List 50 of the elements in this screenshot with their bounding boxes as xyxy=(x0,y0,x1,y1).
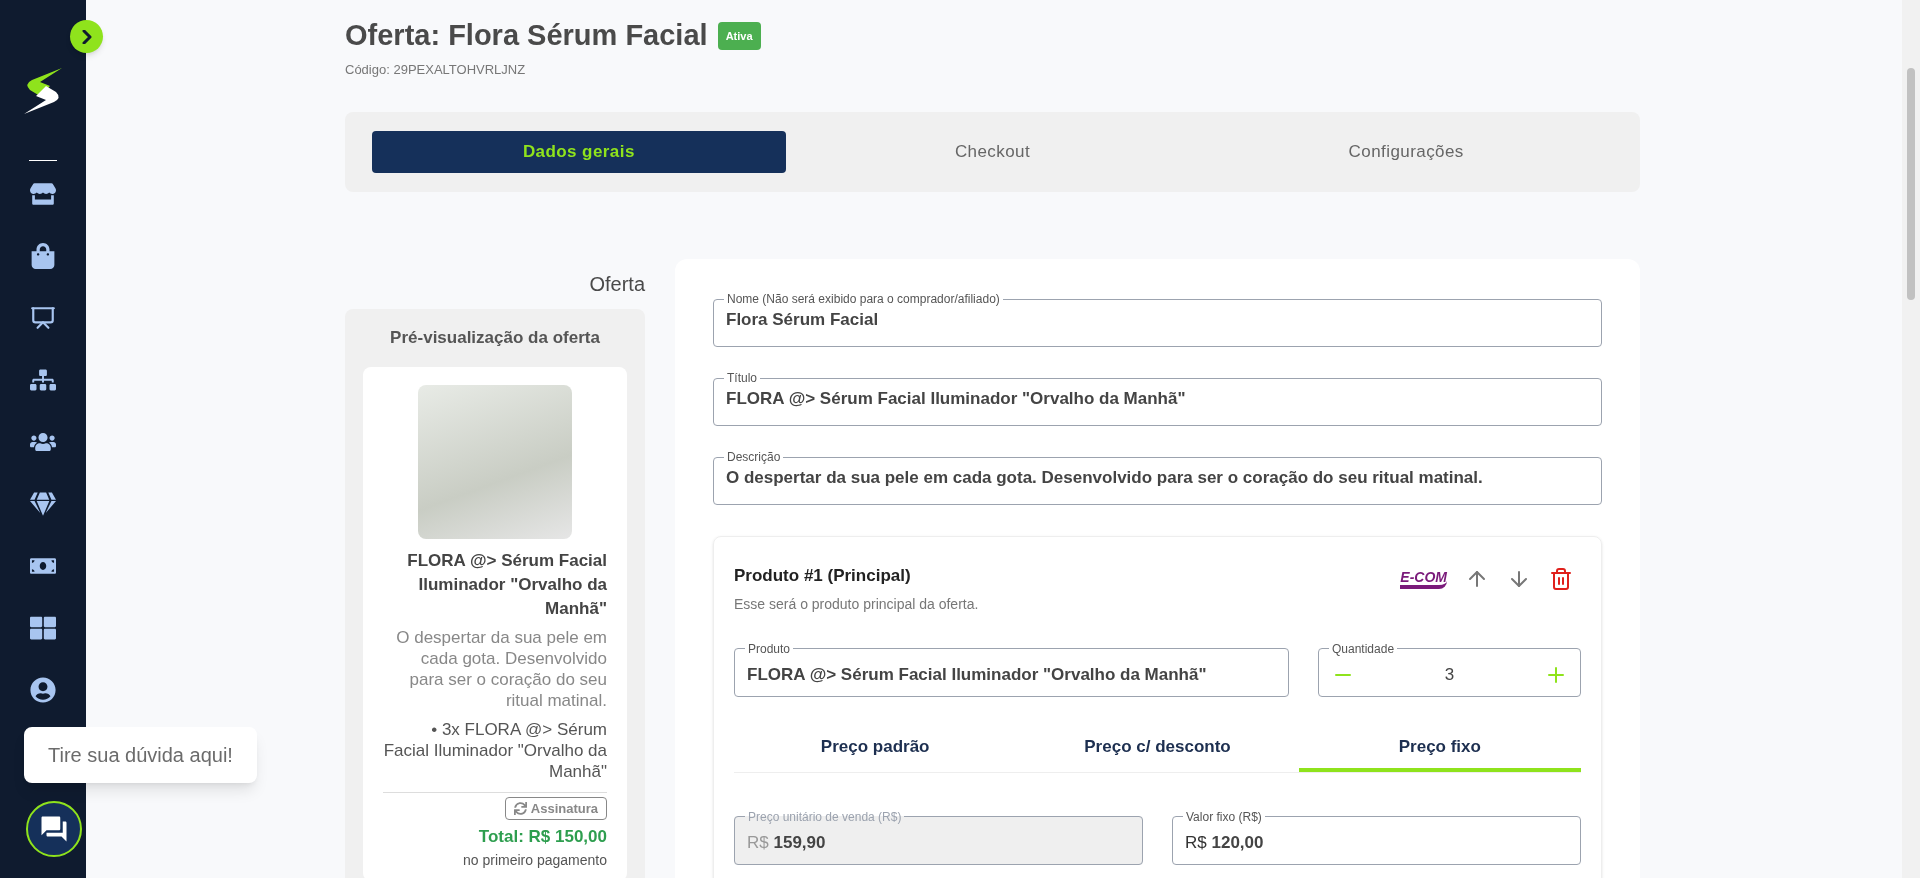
product-title: FLORA @> Sérum Facial Iluminador "Orvalho da Manhã" xyxy=(406,549,607,620)
input-field[interactable]: Título FLORA @> Sérum Facial Iluminador "Orvalho da Manhã" xyxy=(713,370,1602,426)
price-tab[interactable]: Preço fixo xyxy=(1298,726,1581,772)
price-tab[interactable]: Preço padrão xyxy=(734,726,1017,772)
chevron-right-icon xyxy=(81,29,92,44)
price-tab[interactable]: Preço c/ desconto xyxy=(1016,726,1299,772)
field-value: Flora Sérum Facial xyxy=(726,309,879,331)
status-badge: Ativa xyxy=(717,21,761,50)
user-icon[interactable] xyxy=(30,677,56,703)
field-label: Valor fixo (R$) xyxy=(1185,808,1263,825)
ecom-logo: E-COM xyxy=(1400,569,1447,589)
field-label: Título xyxy=(726,370,758,386)
field-label: Nome (Não será exibido para o comprador/afiliado) xyxy=(726,291,1001,307)
quantity-value: 3 xyxy=(1444,664,1455,687)
section-title: Oferta xyxy=(589,272,645,297)
product-description: O despertar da sua pele em cada gota. Desenvolvido para ser o coração do seu ritual matinal. xyxy=(395,626,607,711)
field-value: FLORA @> Sérum Facial Iluminador "Orvalho da Manhã" xyxy=(747,664,1207,687)
product-heading: Produto #1 (Principal) xyxy=(734,565,912,587)
grid-icon[interactable] xyxy=(30,615,56,641)
price-value: R$ 159,90 xyxy=(747,832,826,855)
field-label: Produto xyxy=(747,640,792,657)
field-value: O despertar da sua pele em cada gota. Desenvolvido para ser o coração do seu ritual matinal. xyxy=(726,467,1483,489)
field-value: FLORA @> Sérum Facial Iluminador "Orvalho da Manhã" xyxy=(726,388,1186,410)
tab[interactable]: Dados gerais xyxy=(372,131,786,173)
help-tooltip: Tire sua dúvida aqui! xyxy=(24,727,257,783)
field-label: Quantidade xyxy=(1331,640,1396,657)
preview-title: Pré-visualização da oferta xyxy=(389,327,601,349)
field-label: Descrição xyxy=(726,449,782,465)
product-subtitle: Esse será o produto principal da oferta. xyxy=(734,594,979,614)
sync-icon xyxy=(513,801,527,815)
gem-icon[interactable] xyxy=(30,491,56,517)
tab[interactable]: Checkout xyxy=(785,131,1200,173)
product-item: • 3x FLORA @> Sérum Facial Iluminador "Orvalho da Manhã" xyxy=(383,718,607,782)
total-price: Total: R$ 150,00 xyxy=(478,826,607,848)
trash-icon[interactable] xyxy=(1549,567,1573,591)
field-label: Preço unitário de venda (R$) xyxy=(747,808,903,825)
presentation-chart-icon[interactable] xyxy=(30,305,56,331)
chat-icon xyxy=(39,814,69,844)
bag-icon[interactable] xyxy=(30,243,56,269)
input-field[interactable]: Nome (Não será exibido para o comprador/afiliado) Flora Sérum Facial xyxy=(713,291,1602,347)
scrollbar[interactable] xyxy=(1902,0,1920,878)
tab[interactable]: Configurações xyxy=(1199,131,1613,173)
offer-code: Código: 29PEXALTOHVRLJNZ xyxy=(345,60,527,79)
total-note: no primeiro pagamento xyxy=(463,850,607,870)
price-value: R$ 120,00 xyxy=(1185,832,1264,855)
page-title: Oferta: Flora Sérum Facial xyxy=(345,18,708,53)
input-field[interactable]: Descrição O despertar da sua pele em cada gota. Desenvolvido para ser o coração do seu ritual matinal. xyxy=(713,449,1602,505)
hierarchy-icon[interactable] xyxy=(30,367,56,393)
store-icon[interactable] xyxy=(30,181,56,207)
subscription-badge[interactable]: Assinatura xyxy=(504,796,607,820)
